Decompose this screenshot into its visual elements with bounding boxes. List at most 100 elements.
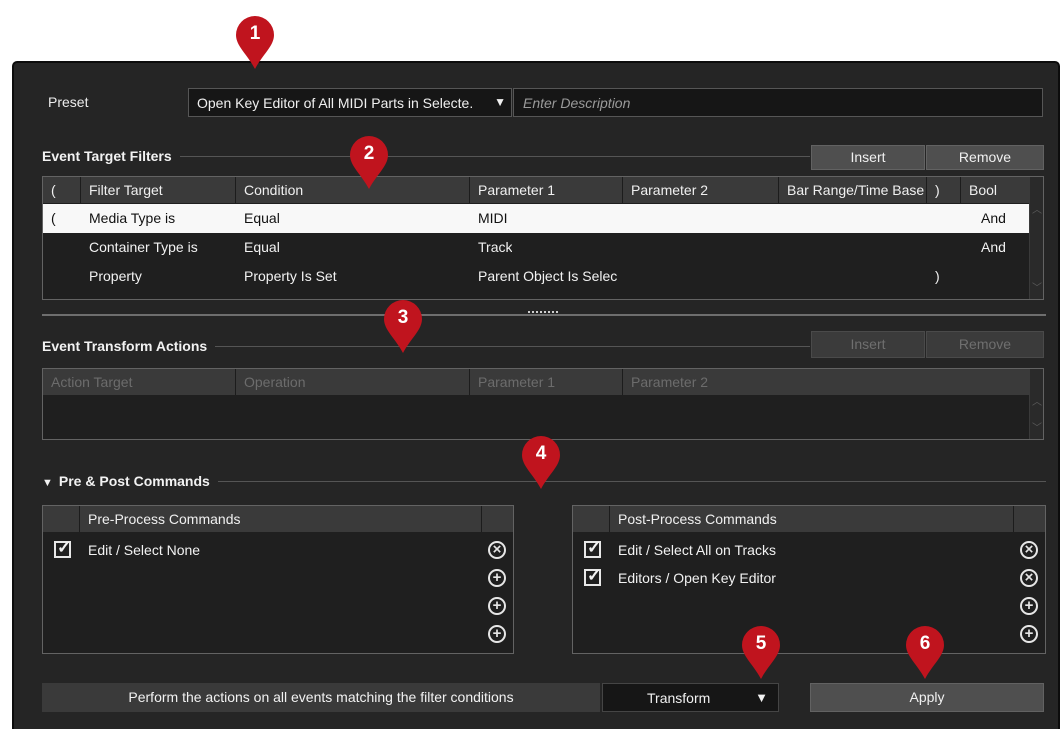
preset-value: Open Key Editor of All MIDI Parts in Sel… xyxy=(197,95,474,111)
callout-pin-4: 4 xyxy=(519,434,563,490)
actions-insert-button[interactable]: Insert xyxy=(811,331,925,358)
table-row[interactable]: Property Property Is Set Parent Object I… xyxy=(43,262,1031,291)
callout-pin-5: 5 xyxy=(739,624,783,680)
checkbox[interactable]: ✓ xyxy=(584,538,602,558)
cell-open: ( xyxy=(51,210,56,226)
col-post-command: Post-Process Commands xyxy=(610,506,1014,532)
command-label: Editors / Open Key Editor xyxy=(618,570,776,586)
col-close-paren[interactable]: ) xyxy=(927,177,961,203)
col-bar-range[interactable]: Bar Range/Time Base xyxy=(779,177,927,203)
check-icon: ✓ xyxy=(587,566,602,585)
filter-table: ( Filter Target Condition Parameter 1 Pa… xyxy=(42,176,1044,300)
description-field[interactable]: Enter Description xyxy=(513,88,1043,117)
col-open-paren[interactable]: ( xyxy=(43,177,81,203)
add-icon[interactable]: + xyxy=(1020,625,1038,643)
mode-value: Transform xyxy=(647,690,711,706)
cell-target: Container Type is xyxy=(89,239,198,255)
cell-param1: MIDI xyxy=(478,210,508,226)
splitter-grip-icon[interactable] xyxy=(528,311,558,313)
preset-dropdown[interactable]: Open Key Editor of All MIDI Parts in Sel… xyxy=(188,88,512,117)
check-icon: ✓ xyxy=(587,538,602,557)
col-action-target[interactable]: Action Target xyxy=(43,369,236,395)
filters-insert-button[interactable]: Insert xyxy=(811,145,925,170)
cell-target: Property xyxy=(89,268,142,284)
preset-label: Preset xyxy=(48,94,89,110)
filters-remove-button[interactable]: Remove xyxy=(926,145,1044,170)
scroll-up-icon[interactable]: ︿ xyxy=(1032,397,1042,409)
col-action-parameter-1[interactable]: Parameter 1 xyxy=(470,369,623,395)
col-pre-check xyxy=(43,506,80,532)
cell-param1: Parent Object Is Selec xyxy=(478,268,618,284)
actions-remove-button[interactable]: Remove xyxy=(926,331,1044,358)
chevron-down-icon: ▼ xyxy=(755,690,768,705)
scroll-down-icon[interactable]: ﹀ xyxy=(1032,283,1042,295)
cell-target: Media Type is xyxy=(89,210,176,226)
post-process-list: Post-Process Commands ✓ Edit / Select Al… xyxy=(572,505,1046,654)
add-icon[interactable]: + xyxy=(488,569,506,587)
table-row[interactable]: ( Media Type is Equal MIDI And xyxy=(43,204,1031,233)
cell-open xyxy=(43,233,51,262)
cell-close xyxy=(927,233,935,262)
col-operation[interactable]: Operation xyxy=(236,369,470,395)
action-table-scrollbar[interactable]: ︿ ﹀ xyxy=(1029,369,1043,439)
transform-mode-dropdown[interactable]: Transform ▼ xyxy=(602,683,779,712)
post-process-header: Post-Process Commands xyxy=(573,506,1045,532)
collapse-arrow-icon: ▼ xyxy=(42,477,53,489)
cell-condition: Equal xyxy=(244,239,280,255)
description-placeholder: Enter Description xyxy=(523,95,631,111)
col-pre-actions xyxy=(482,506,515,532)
cell-bool xyxy=(973,262,981,291)
col-action-parameter-2[interactable]: Parameter 2 xyxy=(623,369,1031,395)
cell-param1: Track xyxy=(478,239,513,255)
checkbox[interactable]: ✓ xyxy=(584,566,602,586)
table-row[interactable]: Container Type is Equal Track And xyxy=(43,233,1031,262)
filter-table-scrollbar[interactable]: ︿ ﹀ xyxy=(1029,177,1043,299)
add-icon[interactable]: + xyxy=(488,597,506,615)
checkbox[interactable]: ✓ xyxy=(54,538,72,558)
col-pre-command: Pre-Process Commands xyxy=(80,506,482,532)
list-item[interactable]: ✓ Editors / Open Key Editor × xyxy=(573,564,1045,592)
apply-button[interactable]: Apply xyxy=(810,683,1044,712)
filter-table-header: ( Filter Target Condition Parameter 1 Pa… xyxy=(43,177,1031,203)
cell-bool: And xyxy=(981,239,1006,255)
chevron-down-icon: ▼ xyxy=(494,95,506,109)
list-item[interactable]: ✓ Edit / Select All on Tracks × xyxy=(573,536,1045,564)
cell-bool: And xyxy=(981,210,1006,226)
col-filter-target[interactable]: Filter Target xyxy=(81,177,236,203)
section-splitter[interactable] xyxy=(42,314,1046,316)
col-post-check xyxy=(573,506,610,532)
cell-close xyxy=(927,204,935,233)
callout-pin-6: 6 xyxy=(903,624,947,680)
cell-condition: Equal xyxy=(244,210,280,226)
add-icon[interactable]: + xyxy=(488,625,506,643)
col-parameter-1[interactable]: Parameter 1 xyxy=(470,177,623,203)
action-table-header: Action Target Operation Parameter 1 Para… xyxy=(43,369,1031,395)
scroll-down-icon[interactable]: ﹀ xyxy=(1032,423,1042,435)
remove-icon[interactable]: × xyxy=(1020,541,1038,559)
add-icon[interactable]: + xyxy=(1020,597,1038,615)
actions-title: Event Transform Actions xyxy=(42,338,216,354)
cell-condition: Property Is Set xyxy=(244,268,337,284)
callout-pin-1: 1 xyxy=(233,14,277,70)
callout-pin-3: 3 xyxy=(381,298,425,354)
command-label: Edit / Select None xyxy=(88,542,201,558)
col-bool[interactable]: Bool xyxy=(961,177,1031,203)
cell-close: ) xyxy=(935,268,940,284)
callout-pin-2: 2 xyxy=(347,134,391,190)
check-icon: ✓ xyxy=(57,538,72,557)
list-item[interactable]: ✓ Edit / Select None × xyxy=(43,536,513,564)
pre-process-header: Pre-Process Commands xyxy=(43,506,513,532)
col-parameter-2[interactable]: Parameter 2 xyxy=(623,177,779,203)
col-post-actions xyxy=(1014,506,1047,532)
action-table: Action Target Operation Parameter 1 Para… xyxy=(42,368,1044,440)
pre-process-list: Pre-Process Commands ✓ Edit / Select Non… xyxy=(42,505,514,654)
remove-icon[interactable]: × xyxy=(488,541,506,559)
commands-toggle[interactable]: ▼ Pre & Post Commands xyxy=(42,473,218,489)
status-message: Perform the actions on all events matchi… xyxy=(42,683,600,712)
command-label: Edit / Select All on Tracks xyxy=(618,542,776,558)
commands-title: Pre & Post Commands xyxy=(58,473,210,489)
cell-open xyxy=(43,262,51,291)
remove-icon[interactable]: × xyxy=(1020,569,1038,587)
filters-title: Event Target Filters xyxy=(42,148,180,164)
scroll-up-icon[interactable]: ︿ xyxy=(1032,205,1042,217)
